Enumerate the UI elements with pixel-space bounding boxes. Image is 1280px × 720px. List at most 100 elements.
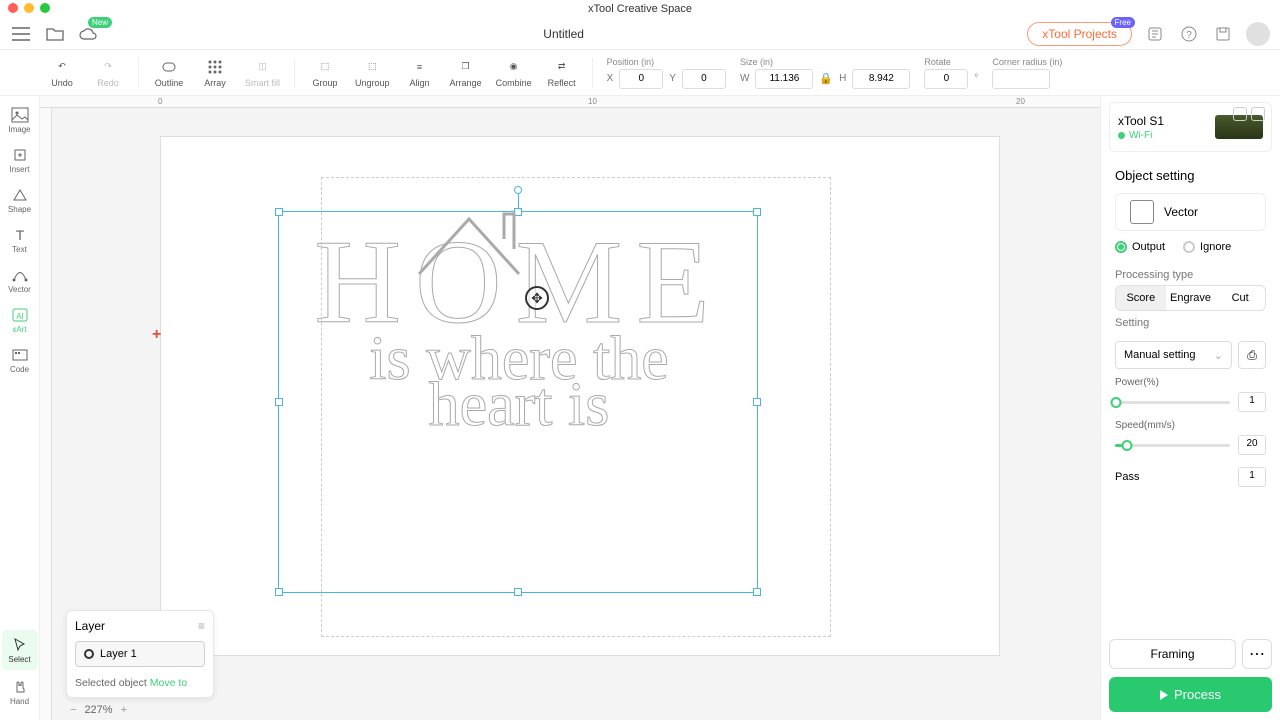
- power-value[interactable]: 1: [1238, 392, 1266, 412]
- resize-handle-r[interactable]: [753, 398, 761, 406]
- artwork-line3: heart is: [289, 378, 749, 434]
- layer-visibility-icon[interactable]: [84, 649, 94, 659]
- resize-handle-bl[interactable]: [275, 588, 283, 596]
- sidebar-insert[interactable]: Insert: [2, 140, 38, 180]
- zoom-window[interactable]: [40, 3, 50, 13]
- score-tab[interactable]: Score: [1116, 286, 1166, 310]
- minimize-window[interactable]: [24, 3, 34, 13]
- power-slider-knob[interactable]: [1111, 397, 1122, 408]
- move-cursor-icon: ✥: [525, 286, 549, 310]
- toolbar: ↶Undo ↷Redo Outline Array ◫Smart fill ⬚G…: [0, 50, 1280, 96]
- pass-value[interactable]: 1: [1238, 467, 1266, 487]
- framing-more-button[interactable]: ⋯: [1242, 639, 1272, 669]
- save-icon[interactable]: [1212, 23, 1234, 45]
- sidebar-image[interactable]: Image: [2, 100, 38, 140]
- size-group: Size (in) W 🔒 H: [740, 57, 910, 89]
- corner-radius-input[interactable]: [992, 69, 1050, 89]
- sidebar-text[interactable]: TText: [2, 220, 38, 260]
- combine-button[interactable]: ◉Combine: [496, 58, 532, 88]
- engrave-tab[interactable]: Engrave: [1166, 286, 1216, 310]
- folder-icon[interactable]: [44, 23, 66, 45]
- position-x-input[interactable]: [619, 69, 663, 89]
- resize-handle-tr[interactable]: [753, 208, 761, 216]
- close-window[interactable]: [8, 3, 18, 13]
- speed-slider[interactable]: [1115, 444, 1230, 447]
- array-button[interactable]: Array: [199, 58, 231, 88]
- layer-item-1[interactable]: Layer 1: [75, 641, 205, 667]
- speed-slider-knob[interactable]: [1121, 440, 1132, 451]
- power-label: Power(%): [1115, 377, 1266, 388]
- output-radio[interactable]: Output: [1115, 241, 1165, 253]
- position-y-input[interactable]: [682, 69, 726, 89]
- cloud-icon[interactable]: New: [78, 23, 100, 45]
- object-type-row: Vector: [1115, 193, 1266, 231]
- projects-label: xTool Projects: [1042, 27, 1117, 41]
- zoom-out-button[interactable]: −: [70, 704, 76, 716]
- help-icon[interactable]: ?: [1178, 23, 1200, 45]
- selection-box[interactable]: HOME is where the heart is ✥: [278, 211, 758, 593]
- sidebar-select[interactable]: Select: [2, 630, 38, 670]
- width-input[interactable]: [755, 69, 813, 89]
- device-card[interactable]: xTool S1 Wi-Fi: [1109, 102, 1272, 152]
- outline-button[interactable]: Outline: [153, 58, 185, 88]
- document-title[interactable]: Untitled: [543, 27, 584, 41]
- resize-handle-br[interactable]: [753, 588, 761, 596]
- avatar-icon[interactable]: [1246, 22, 1270, 46]
- align-button[interactable]: ≡Align: [404, 58, 436, 88]
- right-panel: xTool S1 Wi-Fi Object setting Vector Out…: [1100, 96, 1280, 720]
- processing-type-segment: Score Engrave Cut: [1115, 285, 1266, 311]
- artwork-vector[interactable]: HOME is where the heart is: [289, 212, 749, 592]
- resize-handle-tl[interactable]: [275, 208, 283, 216]
- group-button[interactable]: ⬚Group: [309, 58, 341, 88]
- xtool-projects-button[interactable]: xTool Projects Free: [1027, 22, 1132, 46]
- svg-text:T: T: [15, 227, 24, 243]
- ignore-radio[interactable]: Ignore: [1183, 241, 1231, 253]
- rotate-handle[interactable]: [514, 186, 522, 194]
- height-input[interactable]: [852, 69, 910, 89]
- ruler-horizontal: 0 10 20: [40, 96, 1100, 108]
- zoom-in-button[interactable]: +: [121, 704, 127, 716]
- lock-aspect-icon[interactable]: 🔒: [819, 72, 833, 85]
- sidebar-xart[interactable]: AIxArt: [2, 300, 38, 340]
- svg-text:?: ?: [1186, 30, 1192, 41]
- sidebar-code[interactable]: Code: [2, 340, 38, 380]
- undo-button[interactable]: ↶Undo: [46, 58, 78, 88]
- layer-menu-icon[interactable]: ≡: [198, 619, 205, 633]
- free-badge: Free: [1111, 17, 1135, 28]
- setting-save-button[interactable]: ⎙: [1238, 341, 1266, 369]
- device-name: xTool S1: [1118, 114, 1209, 128]
- app-title: xTool Creative Space: [588, 3, 692, 15]
- rotate-input[interactable]: [924, 69, 968, 89]
- move-to-link[interactable]: Move to: [150, 677, 187, 689]
- rotate-group: Rotate °: [924, 57, 978, 89]
- setting-mode-select[interactable]: Manual setting⌄: [1115, 341, 1232, 369]
- object-setting-title: Object setting: [1101, 158, 1280, 189]
- house-roof-icon: [409, 204, 529, 294]
- sidebar-vector[interactable]: Vector: [2, 260, 38, 300]
- position-group: Position (in) X Y: [607, 57, 726, 89]
- cut-tab[interactable]: Cut: [1215, 286, 1265, 310]
- titlebar: xTool Creative Space: [0, 0, 1280, 18]
- device-expand-icon[interactable]: [1233, 107, 1247, 121]
- speed-value[interactable]: 20: [1238, 435, 1266, 455]
- chevron-down-icon: ⌄: [1214, 349, 1223, 362]
- redo-button[interactable]: ↷Redo: [92, 58, 124, 88]
- reflect-button[interactable]: ⇄Reflect: [546, 58, 578, 88]
- sidebar-shape[interactable]: Shape: [2, 180, 38, 220]
- process-button[interactable]: Process: [1109, 677, 1272, 712]
- menu-icon[interactable]: [10, 23, 32, 45]
- origin-marker-icon: +: [152, 326, 161, 344]
- zoom-value[interactable]: 227%: [84, 704, 112, 716]
- power-slider[interactable]: [1115, 401, 1230, 404]
- wifi-status-icon: [1118, 132, 1125, 139]
- history-icon[interactable]: [1144, 23, 1166, 45]
- ungroup-button[interactable]: ⬚Ungroup: [355, 58, 390, 88]
- speed-label: Speed(mm/s): [1115, 420, 1266, 431]
- sidebar-hand[interactable]: Hand: [2, 672, 38, 712]
- left-sidebar: Image Insert Shape TText Vector AIxArt C…: [0, 96, 40, 720]
- framing-button[interactable]: Framing: [1109, 639, 1236, 669]
- resize-handle-l[interactable]: [275, 398, 283, 406]
- arrange-button[interactable]: ❐Arrange: [450, 58, 482, 88]
- device-settings-icon[interactable]: [1251, 107, 1265, 121]
- smartfill-button[interactable]: ◫Smart fill: [245, 58, 280, 88]
